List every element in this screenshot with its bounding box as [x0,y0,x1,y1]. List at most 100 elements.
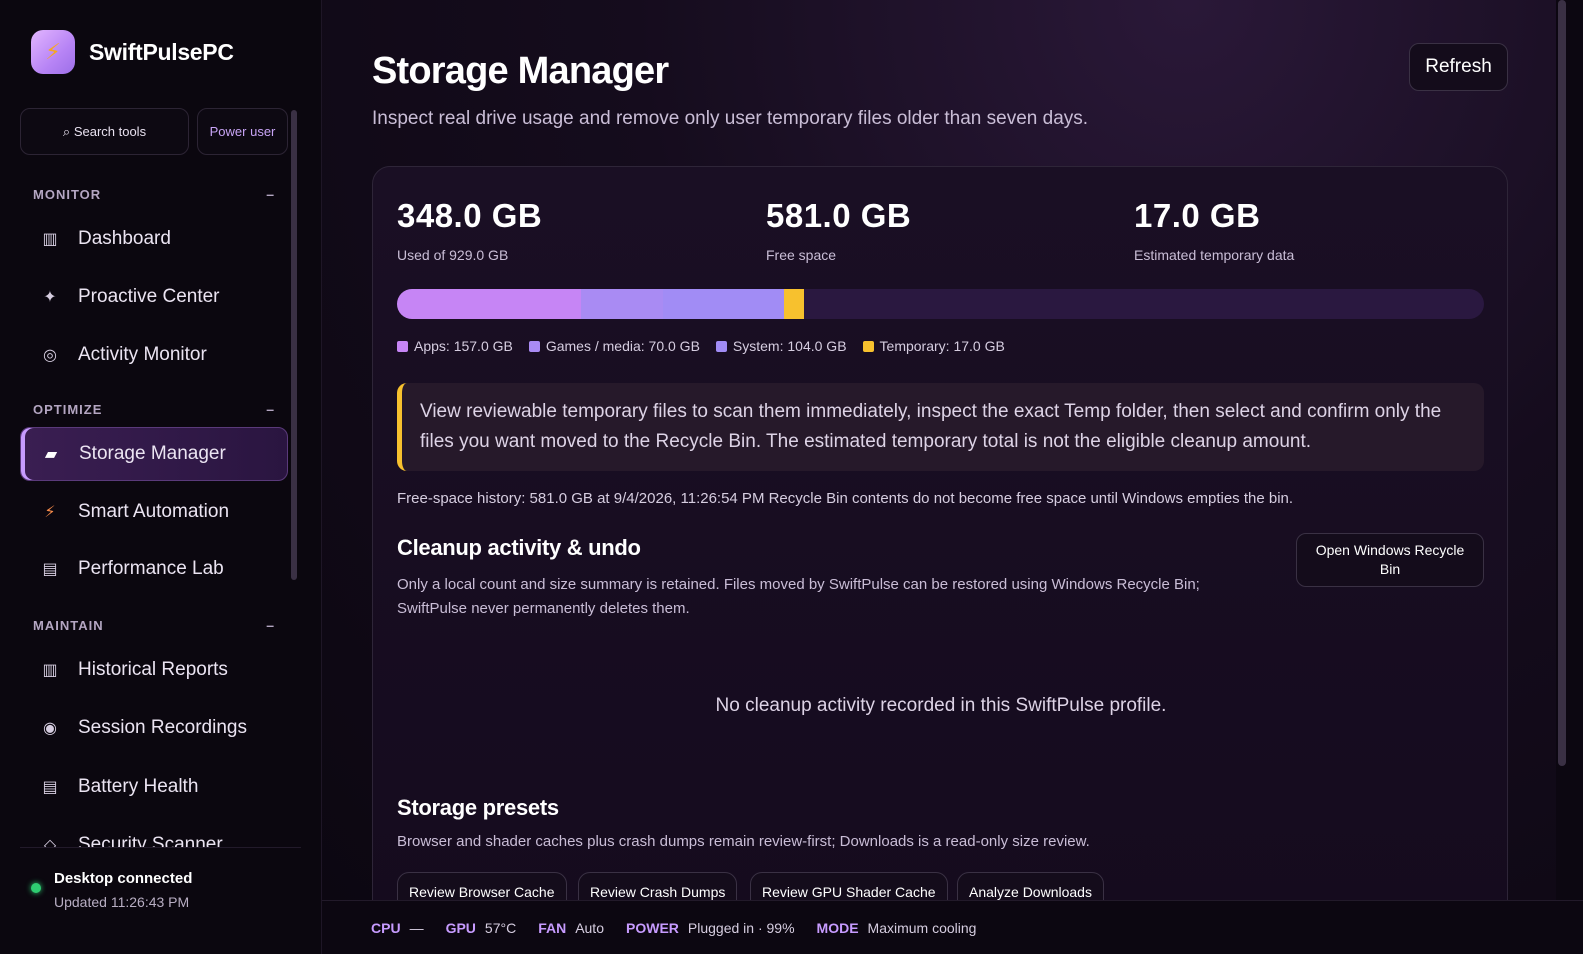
sidebar-item-storage-manager[interactable]: ▰ Storage Manager [20,427,288,481]
sidebar-item-security-scanner[interactable]: ◇ Security Scanner [20,818,288,847]
chart-icon: ▥ [42,662,58,679]
power-user-button[interactable]: Power user [197,108,288,155]
shield-icon: ◇ [43,837,57,847]
target-icon: ◎ [43,347,57,364]
section-monitor[interactable]: MONITOR – [33,186,275,202]
stat-label: Free space [766,247,837,263]
connection-status: Desktop connected Updated 11:26:43 PM [20,847,301,954]
search-tools-button[interactable]: ⌕ Search tools [20,108,189,155]
stat-label: Estimated temporary data [1134,247,1295,263]
stat-label: Used of 929.0 GB [397,247,509,263]
collapse-icon[interactable]: – [266,617,275,633]
stat-value: 581.0 GB [766,197,912,234]
sidebar-item-label: Security Scanner [78,834,223,847]
sidebar-item-label: Session Recordings [78,717,247,738]
sidebar-item-session-recordings[interactable]: ◉ Session Recordings [20,701,288,755]
status-value: Maximum cooling [867,919,977,936]
status-key: GPU [445,919,476,936]
sidebar-item-label: Historical Reports [78,659,228,680]
bolt-icon: ⚡ [44,504,56,521]
collapse-icon[interactable]: – [266,186,275,202]
record-icon: ◉ [43,720,57,737]
legend-swatch [528,340,540,352]
status-mode: MODE Maximum cooling [817,920,977,936]
sidebar-item-label: Proactive Center [78,286,220,307]
legend-system: System: 104.0 GB [715,338,847,354]
sidebar-scrollbar[interactable] [291,110,297,580]
cleanup-description: Only a local count and size summary is r… [397,576,1200,617]
sidebar: ⚡ SwiftPulsePC ⌕ Search tools Power user… [0,0,322,954]
stat-used: 348.0 GB Used of 929.0 GB [397,197,542,263]
sidebar-item-label: Battery Health [78,776,199,797]
legend-temporary: Temporary: 17.0 GB [862,338,1005,354]
legend-label: Apps: 157.0 GB [414,338,513,354]
sparkle-icon: ✦ [43,289,57,306]
usage-segment-system [662,289,785,319]
stat-value: 17.0 GB [1134,197,1261,234]
section-title: MONITOR [33,186,102,202]
sidebar-item-smart-automation[interactable]: ⚡ Smart Automation [20,485,288,539]
legend-apps: Apps: 157.0 GB [397,338,513,354]
presets-title: Storage presets [397,795,559,820]
storage-card: 348.0 GB Used of 929.0 GB 581.0 GB Free … [372,166,1508,926]
stat-value: 348.0 GB [397,197,543,234]
status-value: — [409,919,424,936]
page-subtitle: Inspect real drive usage and remove only… [372,108,1089,129]
sidebar-item-dashboard[interactable]: ▥ Dashboard [20,212,288,266]
drive-icon: ▰ [44,446,58,463]
status-key: POWER [626,919,679,936]
sidebar-item-performance-lab[interactable]: ▤ Performance Lab [20,542,288,596]
usage-segment-apps [397,289,581,319]
status-key: CPU [371,919,401,936]
sidebar-item-label: Performance Lab [78,558,224,579]
main-scrollbar[interactable] [1558,0,1566,766]
usage-bar [397,289,1484,319]
refresh-button[interactable]: Refresh [1409,43,1508,91]
legend-games-media: Games / media: 70.0 GB [528,338,700,354]
usage-legend: Apps: 157.0 GB Games / media: 70.0 GB Sy… [397,338,1021,354]
status-cpu: CPU — [371,920,424,936]
status-title: Desktop connected [54,870,193,887]
page-title: Storage Manager [372,50,669,92]
status-key: FAN [538,919,567,936]
cleanup-title: Cleanup activity & undo [397,535,641,560]
section-optimize[interactable]: OPTIMIZE – [33,401,275,417]
temp-files-notice: View reviewable temporary files to scan … [397,383,1484,471]
legend-label: Temporary: 17.0 GB [879,338,1005,354]
status-value: Plugged in · 99% [687,919,795,936]
status-value: 57°C [484,919,517,936]
sidebar-item-label: Activity Monitor [78,344,207,365]
status-power: POWER Plugged in · 99% [626,920,795,936]
status-key: MODE [816,919,859,936]
section-maintain[interactable]: MAINTAIN – [33,617,275,633]
status-fan: FAN Auto [538,920,604,936]
sidebar-item-label: Storage Manager [79,443,226,464]
free-space-history: Free-space history: 581.0 GB at 9/4/2026… [397,490,1294,507]
collapse-icon[interactable]: – [266,401,275,417]
usage-segment-games-media [580,289,663,319]
open-recycle-bin-button[interactable]: Open Windows Recycle Bin [1296,533,1484,587]
brand[interactable]: ⚡ SwiftPulsePC [31,30,234,74]
main-content: Storage Manager Inspect real drive usage… [322,0,1556,926]
status-gpu: GPU 57°C [446,920,517,936]
legend-swatch [397,340,408,352]
sidebar-item-battery-health[interactable]: ▤ Battery Health [20,760,288,814]
stat-free: 581.0 GB Free space [766,197,911,263]
status-value: Auto [575,919,604,936]
legend-label: System: 104.0 GB [732,338,847,354]
sidebar-item-label: Smart Automation [78,501,230,522]
list-icon: ▤ [42,561,58,578]
bolt-icon: ⚡ [31,30,75,74]
sidebar-item-label: Dashboard [78,228,171,249]
legend-label: Games / media: 70.0 GB [545,338,700,354]
empty-activity-message: No cleanup activity recorded in this Swi… [715,695,1167,716]
app-name: SwiftPulsePC [89,38,234,65]
dashboard-icon: ▥ [42,231,58,248]
legend-swatch [862,340,874,352]
sidebar-item-historical-reports[interactable]: ▥ Historical Reports [20,643,288,697]
sidebar-item-proactive-center[interactable]: ✦ Proactive Center [20,270,288,324]
section-title: MAINTAIN [33,617,104,633]
sidebar-item-activity-monitor[interactable]: ◎ Activity Monitor [20,328,288,382]
usage-segment-temporary [784,289,805,319]
presets-description: Browser and shader caches plus crash dum… [397,833,1090,850]
